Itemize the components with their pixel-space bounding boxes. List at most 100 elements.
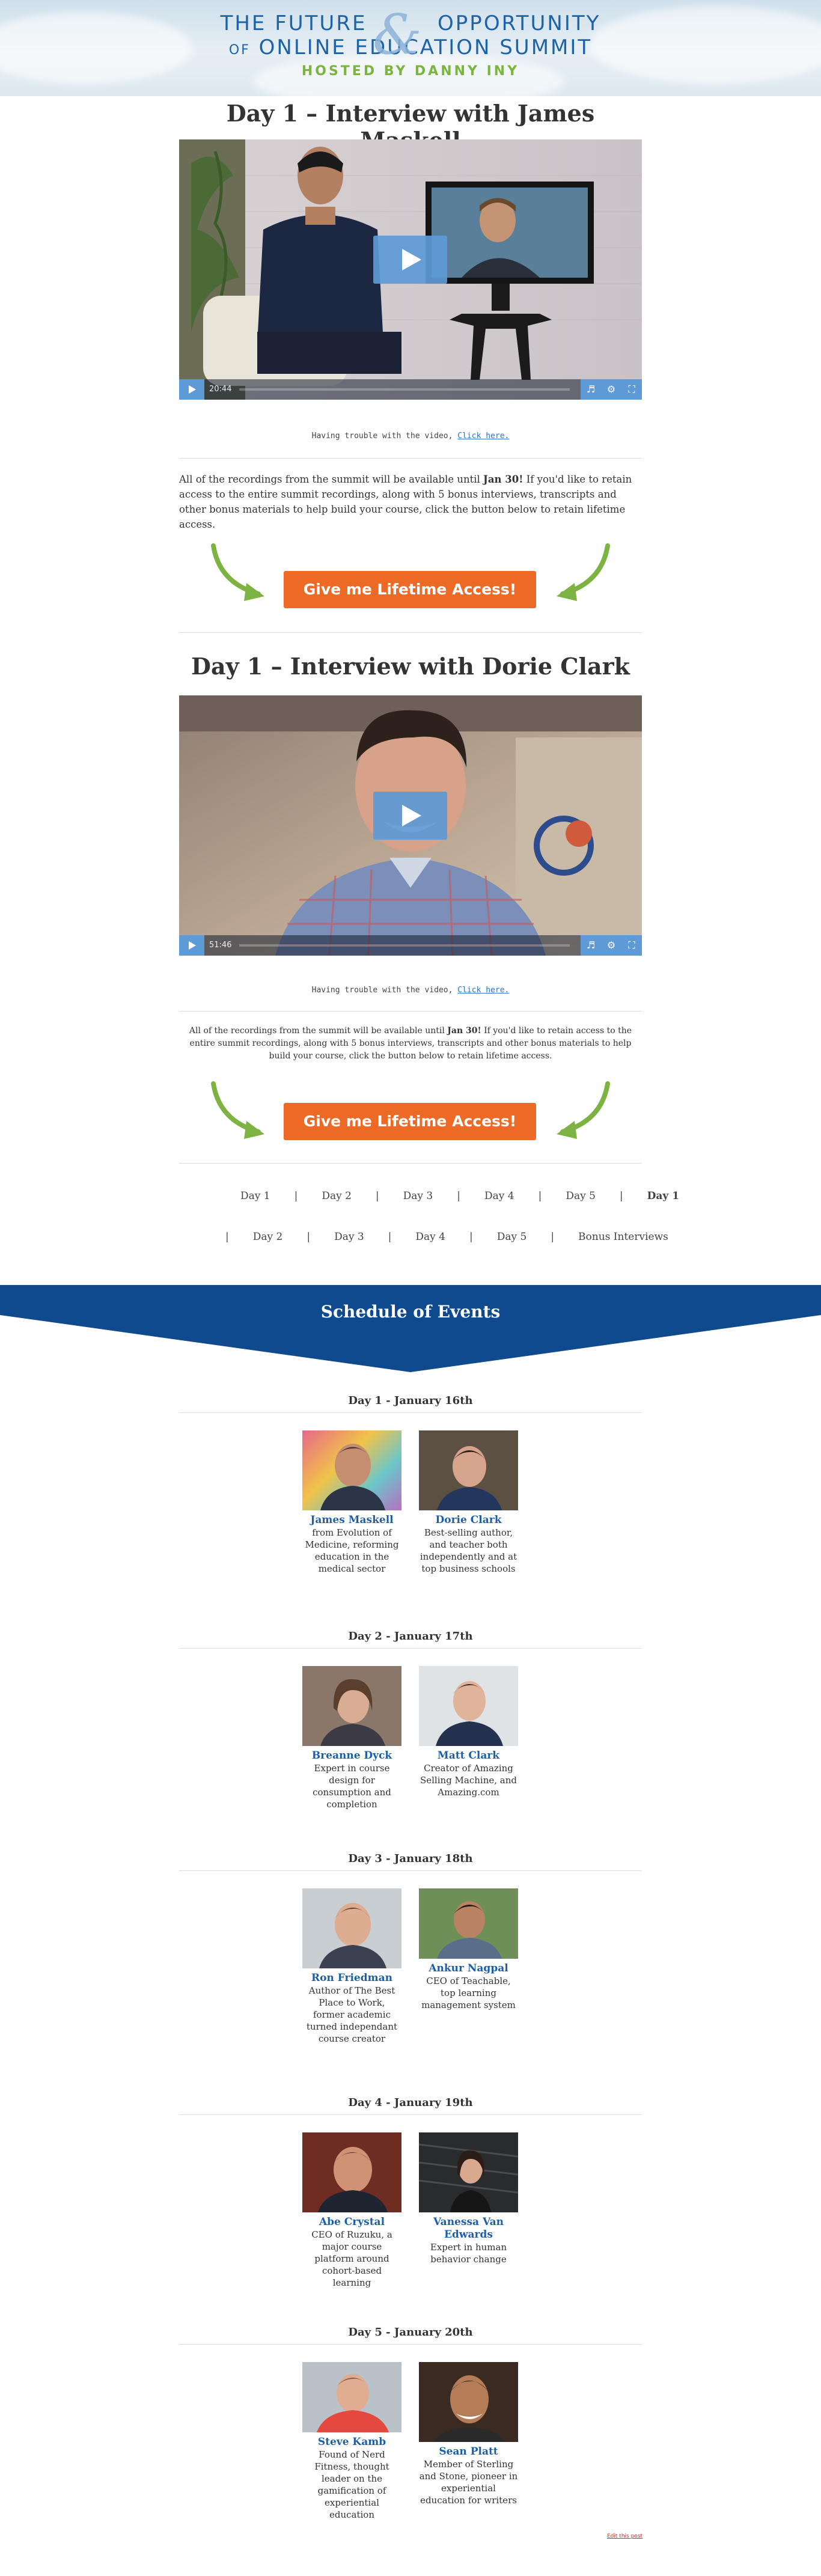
speaker-description: Best-selling author, and teacher both in… [420, 1527, 517, 1574]
logo-text-of: OF [228, 43, 251, 58]
speaker-card[interactable]: Ron Friedman Author of The Best Place to… [302, 1888, 401, 2045]
speaker-description: from Evolution of Medicine, reforming ed… [305, 1527, 399, 1574]
speaker-card[interactable]: Ankur Nagpal CEO of Teachable, top learn… [419, 1888, 518, 2011]
settings-icon[interactable]: ⚙ [601, 935, 621, 956]
speaker-name[interactable]: Steve Kamb [302, 2436, 401, 2449]
speaker-photo [419, 2132, 518, 2212]
play-icon[interactable] [373, 236, 447, 284]
edit-post-link[interactable]: Edit this post [607, 2533, 642, 2539]
divider [179, 1011, 642, 1012]
speaker-card[interactable]: Breanne Dyck Expert in course design for… [302, 1666, 401, 1810]
day-nav-link[interactable]: Day 5 [566, 1190, 596, 1202]
speaker-name[interactable]: Breanne Dyck [302, 1750, 401, 1762]
settings-icon[interactable]: ⚙ [601, 379, 621, 400]
speaker-name[interactable]: Sean Platt [419, 2446, 518, 2458]
nav-separator: | [307, 1231, 311, 1243]
video-trouble-note-1: Having trouble with the video, Click her… [179, 432, 642, 441]
speaker-card[interactable]: Matt Clark Creator of Amazing Selling Ma… [419, 1666, 518, 1798]
day-nav-link[interactable]: Day 3 [403, 1190, 433, 1202]
day-nav-link[interactable]: Day 2 [322, 1190, 352, 1202]
day-nav-link[interactable]: Day 4 [415, 1231, 445, 1243]
play-button[interactable] [179, 935, 204, 956]
trouble-link[interactable]: Click here. [457, 432, 509, 441]
speaker-name[interactable]: James Maskell [302, 1514, 401, 1527]
day-nav-link[interactable]: Bonus Interviews [578, 1231, 668, 1243]
speaker-card[interactable]: Sean Platt Member of Sterling and Stone,… [419, 2362, 518, 2506]
nav-separator: | [225, 1231, 229, 1243]
video-time: 51:46 [209, 941, 232, 950]
speaker-card[interactable]: James Maskell from Evolution of Medicine… [302, 1430, 401, 1575]
curved-arrow-icon [557, 1081, 610, 1139]
play-icon[interactable] [373, 792, 447, 840]
fullscreen-icon[interactable]: ⛶ [621, 379, 642, 400]
speaker-card[interactable]: Dorie Clark Best-selling author, and tea… [419, 1430, 518, 1575]
para-date: Jan 30! [483, 474, 523, 485]
speaker-card[interactable]: Steve Kamb Found of Nerd Fitness, though… [302, 2362, 401, 2521]
retain-access-paragraph-2: All of the recordings from the summit wi… [179, 1025, 642, 1063]
nav-separator: | [619, 1190, 623, 1202]
speaker-photo [302, 2362, 401, 2432]
nav-separator: | [457, 1190, 460, 1202]
video-time: 20:44 [209, 385, 232, 394]
day-nav-row-2: | Day 2 | Day 3 | Day 4 | Day 5 | Bonus Interview… [225, 1231, 668, 1243]
video-trouble-note-2: Having trouble with the video, Click her… [179, 986, 642, 995]
speaker-card[interactable]: Abe Crystal CEO of Ruzuku, a major cours… [302, 2132, 401, 2289]
trouble-text: Having trouble with the video, [311, 432, 453, 441]
speaker-description: Author of The Best Place to Work, former… [306, 1985, 398, 2044]
speaker-description: CEO of Ruzuku, a major course platform a… [311, 2229, 392, 2288]
schedule-day-heading: Day 2 - January 17th [348, 1630, 473, 1643]
logo-ampersand: & [373, 2, 422, 67]
speaker-photo [302, 2132, 401, 2212]
day-nav-link[interactable]: Day 4 [484, 1190, 514, 1202]
trouble-link[interactable]: Click here. [457, 986, 509, 995]
day-nav-link[interactable]: Day 1 [240, 1190, 270, 1202]
progress-bar[interactable] [239, 388, 570, 391]
schedule-day-heading: Day 1 - January 16th [348, 1394, 473, 1407]
video-controls: 51:46 ♬ ⚙ ⛶ [179, 935, 642, 956]
day-nav-link-active[interactable]: Day 1 [647, 1190, 679, 1202]
volume-icon[interactable]: ♬ [581, 379, 601, 400]
speaker-name[interactable]: Ron Friedman [302, 1972, 401, 1985]
speaker-name[interactable]: Matt Clark [419, 1750, 518, 1762]
speaker-description: CEO of Teachable, top learning managemen… [421, 1976, 516, 2010]
speaker-name[interactable]: Dorie Clark [419, 1514, 518, 1527]
nav-separator: | [375, 1190, 379, 1202]
speaker-description: Member of Sterling and Stone, pioneer in… [419, 2459, 518, 2506]
lifetime-access-button[interactable]: Give me Lifetime Access! [284, 1103, 536, 1140]
para-date: Jan 30! [447, 1026, 481, 1036]
site-header: & THE FUTURE OPPORTUNITY OF ONLINE EDUCA… [0, 0, 821, 96]
speaker-photo [419, 1666, 518, 1746]
speaker-name[interactable]: Vanessa Van Edwards [419, 2216, 518, 2241]
summit-logo[interactable]: & THE FUTURE OPPORTUNITY OF ONLINE EDUCA… [0, 2, 821, 79]
speaker-description: Expert in course design for consumption … [313, 1763, 391, 1810]
nav-separator: | [388, 1231, 392, 1243]
day-nav-link[interactable]: Day 3 [334, 1231, 364, 1243]
video-player-2[interactable]: 51:46 ♬ ⚙ ⛶ [179, 695, 642, 956]
divider [179, 632, 642, 633]
logo-text-future: THE FUTURE [220, 11, 367, 35]
retain-access-paragraph-1: All of the recordings from the summit wi… [179, 472, 642, 532]
day-nav-link[interactable]: Day 2 [253, 1231, 283, 1243]
schedule-day-heading: Day 5 - January 20th [348, 2326, 473, 2339]
speaker-name[interactable]: Ankur Nagpal [419, 1962, 518, 1975]
lifetime-access-button[interactable]: Give me Lifetime Access! [284, 571, 536, 608]
speaker-description: Expert in human behavior change [430, 2242, 507, 2265]
day-nav-link[interactable]: Day 5 [497, 1231, 527, 1243]
schedule-day-heading: Day 4 - January 19th [348, 2096, 473, 2109]
nav-separator: | [294, 1190, 298, 1202]
para-text: All of the recordings from the summit wi… [189, 1026, 445, 1036]
speaker-name[interactable]: Abe Crystal [302, 2216, 401, 2229]
divider [179, 2344, 642, 2345]
speaker-photo [302, 1430, 401, 1510]
speaker-photo [419, 1430, 518, 1510]
play-button[interactable] [179, 379, 204, 400]
speaker-card[interactable]: Vanessa Van Edwards Expert in human beha… [419, 2132, 518, 2265]
video-controls: 20:44 ♬ ⚙ ⛶ [179, 379, 642, 400]
volume-icon[interactable]: ♬ [581, 935, 601, 956]
schedule-band [0, 1285, 821, 1372]
nav-separator: | [469, 1231, 473, 1243]
video-player-1[interactable]: 20:44 ♬ ⚙ ⛶ [179, 139, 642, 400]
progress-bar[interactable] [239, 944, 570, 947]
fullscreen-icon[interactable]: ⛶ [621, 935, 642, 956]
day-nav-row-1: Day 1 | Day 2 | Day 3 | Day 4 | Day 5 | Day 1 [240, 1190, 679, 1202]
